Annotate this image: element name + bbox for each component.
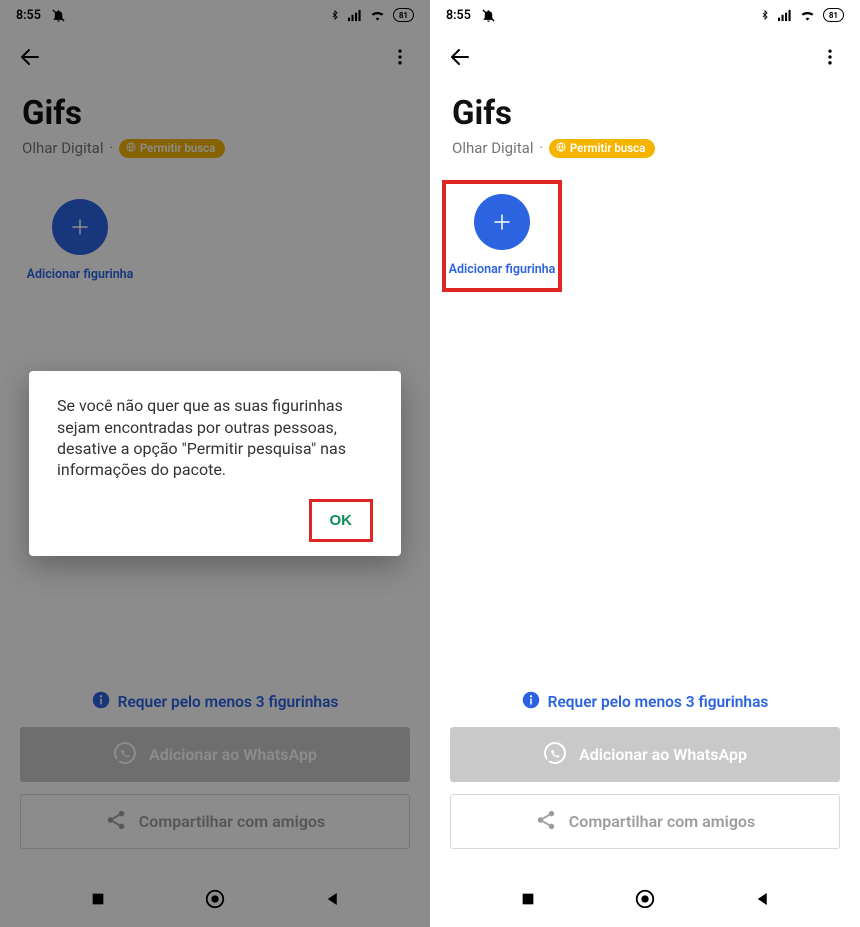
add-sticker-label: Adicionar figurinha: [449, 262, 556, 277]
highlight-box: Adicionar figurinha: [442, 180, 562, 292]
system-nav-bar: [430, 871, 860, 927]
separator-dot: ·: [539, 141, 542, 156]
nav-home-button[interactable]: [625, 879, 665, 919]
share-with-friends-button[interactable]: Compartilhar com amigos: [450, 794, 840, 849]
add-sticker-tile[interactable]: Adicionar figurinha: [448, 186, 556, 286]
badge-label: Permitir busca: [570, 143, 645, 155]
phone-right: 8:55 81: [430, 0, 860, 927]
app-toolbar: [430, 30, 860, 84]
signal-icon: [778, 9, 792, 22]
wifi-icon: [800, 9, 815, 21]
nav-back-button[interactable]: [743, 879, 783, 919]
back-button[interactable]: [446, 43, 474, 71]
info-dialog: Se você não quer que as suas figurinhas …: [29, 371, 401, 556]
pack-author: Olhar Digital: [452, 139, 533, 157]
add-to-whatsapp-button[interactable]: Adicionar ao WhatsApp: [450, 727, 840, 782]
bottom-region: Requer pelo menos 3 figurinhas Adicionar…: [430, 681, 860, 871]
alarm-mute-icon: [481, 8, 496, 23]
status-bar: 8:55 81: [430, 0, 860, 30]
page-title: Gifs: [452, 94, 838, 133]
dialog-message: Se você não quer que as suas figurinhas …: [57, 395, 373, 481]
phone-left: 8:55 81: [0, 0, 430, 927]
plus-icon: [474, 194, 530, 250]
pack-header: Gifs Olhar Digital · Permitir busca: [430, 84, 860, 162]
battery-icon: 81: [823, 8, 844, 22]
dialog-ok-button[interactable]: OK: [320, 506, 363, 535]
bluetooth-icon: [760, 8, 770, 22]
highlight-box: OK: [309, 499, 374, 542]
whatsapp-icon: [543, 741, 567, 769]
overflow-menu-button[interactable]: [816, 43, 844, 71]
globe-icon: [556, 142, 566, 155]
nav-recents-button[interactable]: [508, 879, 548, 919]
share-icon: [535, 809, 557, 835]
status-time: 8:55: [446, 8, 471, 23]
info-icon: [522, 691, 540, 713]
sticker-grid: Adicionar figurinha: [430, 162, 860, 682]
min-sticker-requirement: Requer pelo menos 3 figurinhas: [450, 691, 840, 713]
search-allowed-badge[interactable]: Permitir busca: [549, 139, 655, 158]
